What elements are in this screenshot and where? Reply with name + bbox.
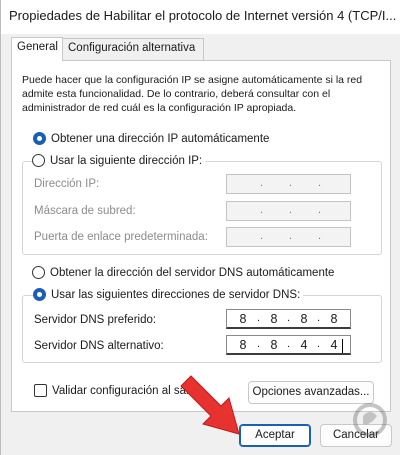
watermark-logo [341, 396, 399, 454]
subnet-mask-input: ... [226, 201, 351, 221]
alternate-dns-label: Servidor DNS alternativo: [34, 340, 164, 352]
tab-general[interactable]: General [11, 37, 63, 61]
dns-manual-radio[interactable] [33, 288, 46, 301]
octet: 4 [330, 338, 338, 352]
dns-manual-option[interactable]: Usar las siguientes direcciones de servi… [33, 288, 304, 301]
ip-auto-option[interactable]: Obtener una dirección IP automáticamente [33, 132, 273, 145]
accept-button[interactable]: Aceptar [239, 424, 311, 447]
octet: 8 [270, 312, 278, 326]
description-text: Puede hacer que la configuración IP se a… [22, 74, 363, 114]
subnet-mask-label: Máscara de subred: [34, 205, 136, 217]
validate-checkbox[interactable] [34, 384, 47, 397]
preferred-dns-row: Servidor DNS preferido: [34, 314, 156, 326]
title-bar: Propiedades de Habilitar el protocolo de… [1, 0, 400, 34]
watermark-icon [353, 403, 387, 437]
octet: 4 [300, 338, 308, 352]
text-cursor [342, 339, 343, 353]
subnet-mask-row: Máscara de subred: [34, 205, 136, 217]
validate-option[interactable]: Validar configuración al sali [34, 384, 195, 397]
octet: 8 [239, 312, 247, 326]
ip-manual-label: Usar la siguiente dirección IP: [50, 154, 203, 167]
dns-auto-label: Obtener la dirección del servidor DNS au… [50, 266, 335, 279]
validate-label: Validar configuración al sali [52, 384, 192, 397]
dns-manual-label: Usar las siguientes direcciones de servi… [51, 288, 301, 301]
tab-alternate-configuration[interactable]: Configuración alternativa [62, 38, 204, 60]
octet: 8 [330, 312, 338, 326]
gateway-input: ... [226, 227, 351, 247]
ip-auto-radio[interactable] [33, 132, 46, 145]
octet: 8 [270, 338, 278, 352]
dns-auto-radio[interactable] [32, 266, 45, 279]
general-tab-panel: Puede hacer que la configuración IP se a… [11, 60, 391, 412]
ip-auto-label: Obtener una dirección IP automáticamente [51, 132, 270, 145]
octet: 8 [300, 312, 308, 326]
dns-auto-option[interactable]: Obtener la dirección del servidor DNS au… [32, 266, 338, 279]
red-arrow-annotation-icon [180, 375, 240, 435]
octet: 8 [239, 338, 247, 352]
preferred-dns-input[interactable]: 8 . 8 . 8 . 8 [226, 309, 351, 329]
alternate-dns-input[interactable]: 8 . 8 . 4 . 4 [226, 335, 351, 355]
ip-address-label: Dirección IP: [34, 178, 100, 190]
tcp-ipv4-properties-dialog: Propiedades de Habilitar el protocolo de… [0, 0, 400, 455]
window-title: Propiedades de Habilitar el protocolo de… [9, 8, 397, 23]
ip-manual-option[interactable]: Usar la siguiente dirección IP: [32, 154, 206, 167]
ip-address-row: Dirección IP: [34, 178, 99, 190]
alternate-dns-row: Servidor DNS alternativo: [34, 340, 164, 352]
gateway-row: Puerta de enlace predeterminada: [34, 231, 208, 243]
preferred-dns-label: Servidor DNS preferido: [34, 314, 157, 326]
ip-manual-radio[interactable] [32, 154, 45, 167]
gateway-label: Puerta de enlace predeterminada: [34, 231, 208, 243]
ip-address-input: ... [226, 174, 351, 194]
